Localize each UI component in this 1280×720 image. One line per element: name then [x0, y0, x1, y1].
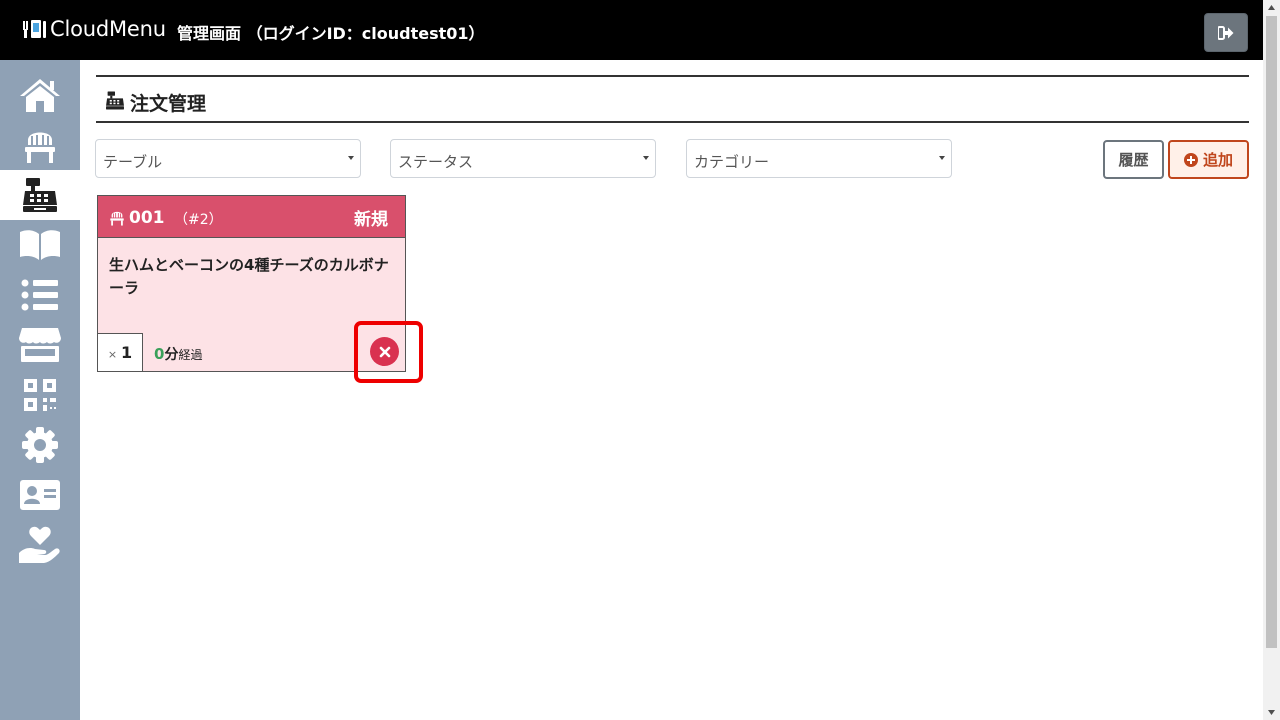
cash-register-icon — [23, 178, 57, 212]
page-title: 注文管理 — [130, 93, 207, 115]
elapsed-time: 0分経過 — [154, 344, 202, 364]
elapsed-unit: 分 — [164, 347, 179, 363]
status-filter-label: ステータス — [398, 153, 474, 171]
plus-circle-icon — [1183, 152, 1198, 167]
sidebar-item-staff[interactable] — [0, 470, 80, 520]
page-header: 注文管理 — [96, 75, 1249, 123]
logo-icon — [23, 20, 46, 38]
sidebar-item-home[interactable] — [0, 70, 80, 120]
sidebar-item-orders[interactable] — [0, 170, 80, 220]
quantity-value: 1 — [121, 343, 133, 362]
hand-holding-heart-icon — [19, 526, 60, 563]
order-number: （#2） — [174, 212, 223, 228]
status-filter-select[interactable]: ステータス — [390, 139, 656, 178]
chair-icon — [25, 132, 55, 163]
elapsed-suffix: 経過 — [178, 348, 203, 362]
category-filter-select[interactable]: カテゴリー — [686, 139, 952, 178]
chair-icon — [110, 211, 124, 226]
order-quantity: × 1 — [98, 333, 143, 371]
caret-down-icon — [348, 156, 354, 160]
sidebar — [0, 60, 80, 720]
cancel-order-button[interactable] — [370, 337, 399, 366]
close-icon — [379, 346, 390, 357]
sidebar-item-menu[interactable] — [0, 220, 80, 270]
order-status-badge: 新規 — [354, 210, 388, 230]
caret-down-icon — [643, 156, 649, 160]
top-header: CloudMenu 管理画面 （ログインID：cloudtest01） — [0, 0, 1280, 60]
book-open-icon — [20, 230, 60, 260]
id-card-icon — [20, 480, 60, 510]
table-filter-label: テーブル — [103, 153, 163, 171]
sidebar-item-qr[interactable] — [0, 370, 80, 420]
table-filter-select[interactable]: テーブル — [95, 139, 361, 178]
sidebar-item-list[interactable] — [0, 270, 80, 320]
caret-down-icon — [939, 156, 945, 160]
header-title: 管理画面 （ログインID：cloudtest01） — [177, 24, 485, 43]
qrcode-icon — [24, 379, 56, 411]
scrollbar-thumb[interactable] — [1266, 16, 1277, 648]
add-button[interactable]: 追加 — [1168, 140, 1249, 179]
history-button[interactable]: 履歴 — [1103, 140, 1164, 179]
add-button-label: 追加 — [1202, 151, 1233, 169]
scroll-up-icon[interactable] — [1266, 2, 1277, 14]
sign-out-icon — [1218, 25, 1234, 40]
order-card[interactable]: 001 （#2） 新規 生ハムとベーコンの4種チーズのカルボナーラ × 1 0分… — [97, 195, 406, 372]
sidebar-item-settings[interactable] — [0, 420, 80, 470]
sidebar-item-tables[interactable] — [0, 120, 80, 170]
order-item-name: 生ハムとベーコンの4種チーズのカルボナーラ — [109, 256, 389, 297]
list-icon — [21, 279, 58, 311]
scroll-down-icon[interactable] — [1266, 706, 1277, 718]
cash-register-icon — [106, 91, 124, 110]
store-icon — [19, 328, 61, 362]
elapsed-minutes: 0 — [154, 345, 165, 363]
history-button-label: 履歴 — [1118, 151, 1149, 169]
home-icon — [20, 79, 60, 112]
table-number: 001 — [129, 208, 165, 228]
quantity-times: × — [107, 347, 118, 361]
sidebar-item-store[interactable] — [0, 320, 80, 370]
logout-button[interactable] — [1204, 13, 1248, 52]
logo-text: CloudMenu — [50, 17, 166, 41]
sidebar-item-support[interactable] — [0, 520, 80, 570]
app-logo[interactable]: CloudMenu — [22, 17, 166, 41]
gear-icon — [22, 427, 58, 463]
order-card-header: 001 （#2） 新規 — [98, 196, 405, 238]
category-filter-label: カテゴリー — [694, 153, 770, 171]
